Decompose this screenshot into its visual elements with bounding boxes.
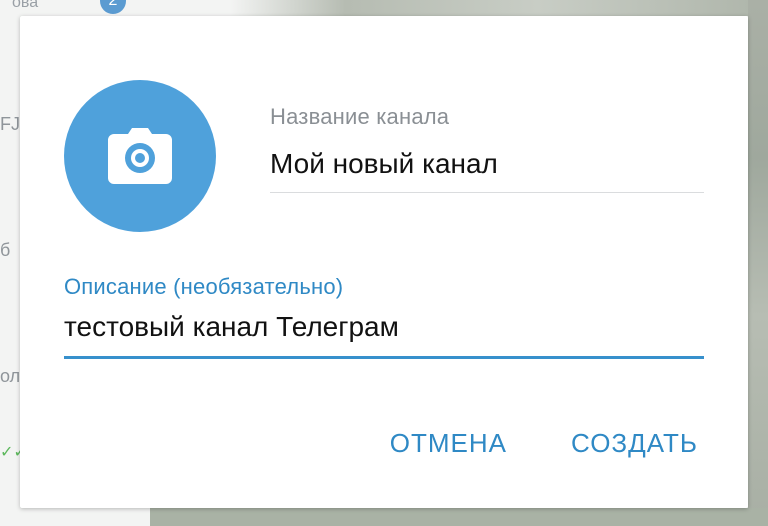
description-field[interactable]: Описание (необязательно) тестовый канал … bbox=[64, 274, 704, 359]
new-channel-dialog: Название канала Мой новый канал Описание… bbox=[20, 16, 748, 508]
dialog-actions: ОТМЕНА СОЗДАТЬ bbox=[390, 428, 698, 459]
camera-icon bbox=[108, 128, 172, 184]
channel-name-input[interactable]: Мой новый канал bbox=[270, 144, 704, 184]
background-chat-snippet: FJ bbox=[0, 114, 20, 134]
channel-name-field[interactable]: Название канала Мой новый канал bbox=[270, 104, 704, 193]
channel-photo-picker[interactable] bbox=[64, 80, 216, 232]
background-chat-title: ова bbox=[12, 0, 39, 11]
channel-name-label: Название канала bbox=[270, 104, 450, 129]
cancel-button[interactable]: ОТМЕНА bbox=[390, 428, 507, 459]
background-bottom-left bbox=[0, 508, 150, 526]
description-label: Описание (необязательно) bbox=[64, 274, 344, 299]
create-button[interactable]: СОЗДАТЬ bbox=[571, 428, 698, 459]
read-check-icon: ✓✓ bbox=[0, 444, 27, 461]
channel-name-underline bbox=[270, 192, 704, 193]
background-chat-snippet: ол bbox=[0, 366, 20, 386]
background-bottom-right bbox=[150, 508, 768, 526]
background-chat-snippet: б bbox=[0, 240, 11, 260]
description-underline-focused bbox=[64, 356, 704, 359]
background-chat-area bbox=[748, 0, 768, 526]
description-input[interactable]: тестовый канал Телеграм bbox=[64, 308, 704, 346]
